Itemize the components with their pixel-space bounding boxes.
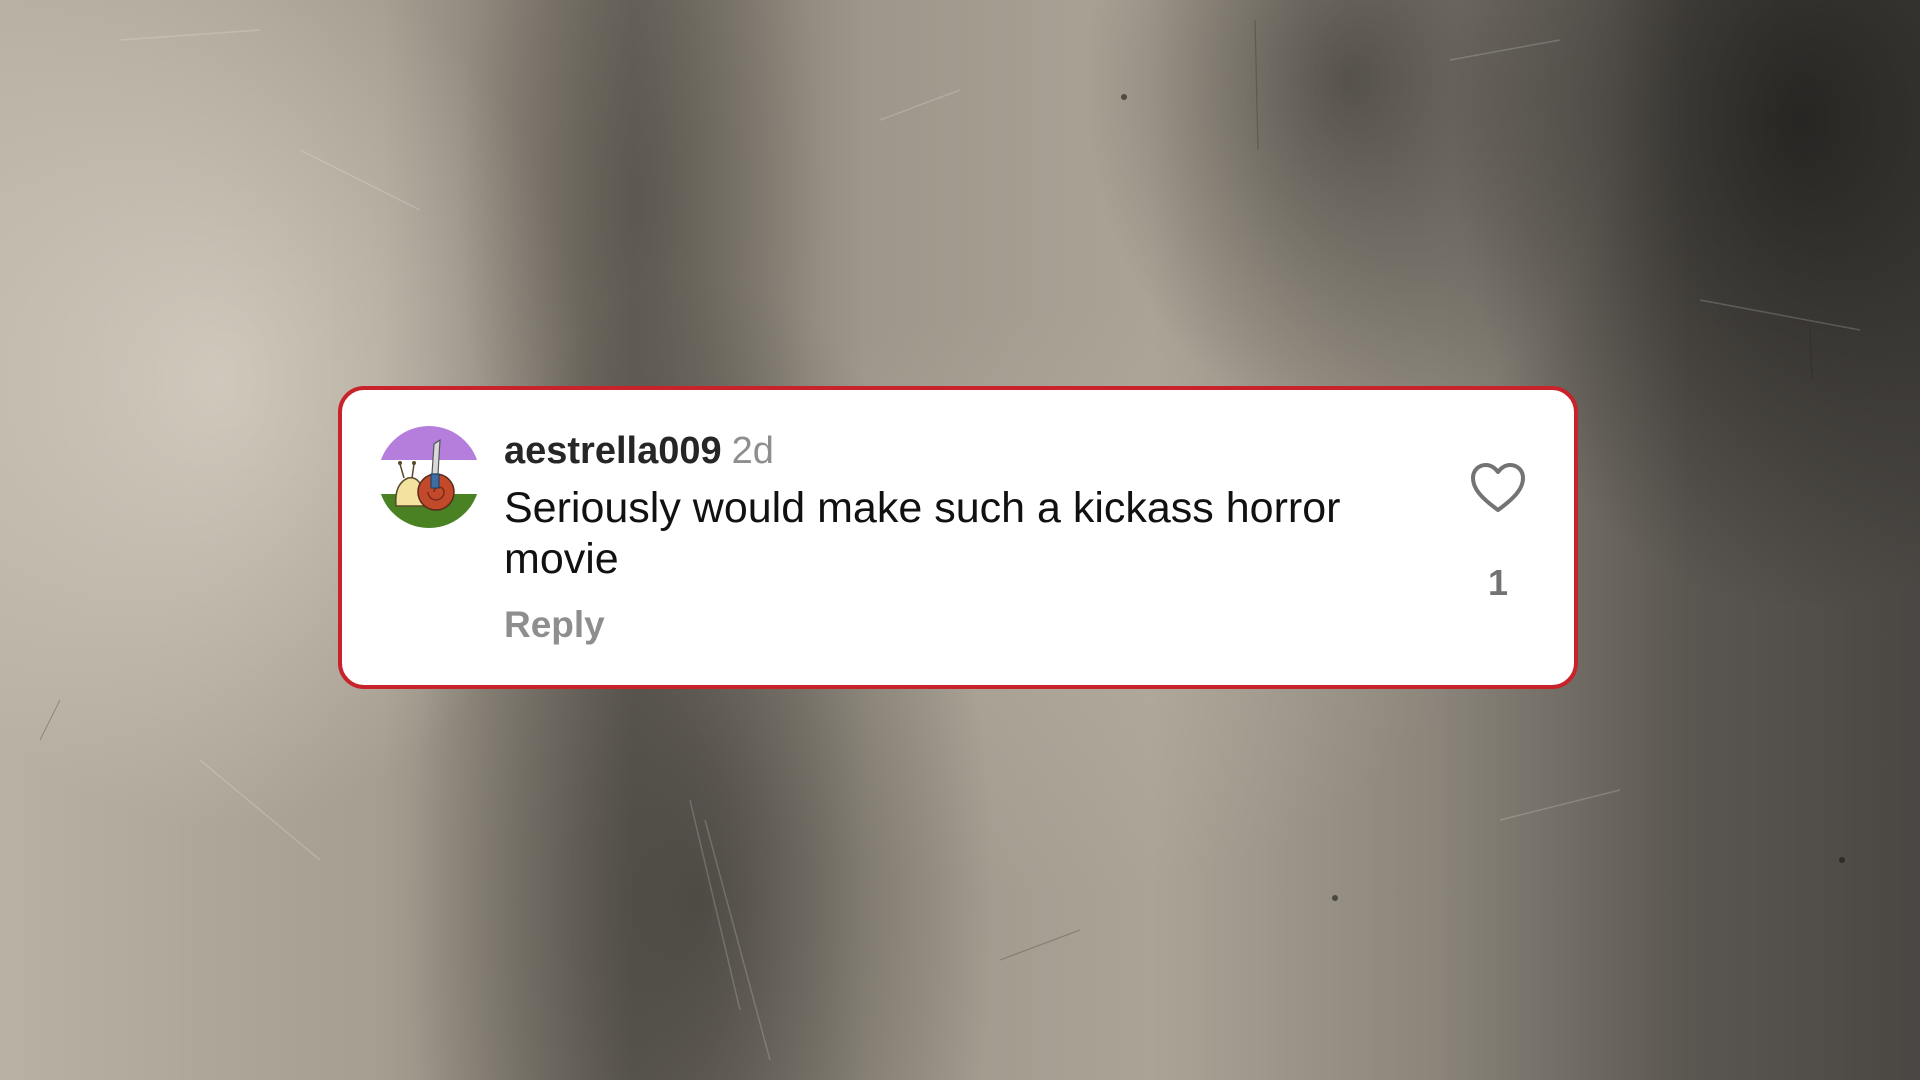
comment-header: aestrella009 2d [504,428,774,474]
heart-outline-icon[interactable] [1470,462,1526,514]
comment-body: Seriously would make such a kickass horr… [504,484,1341,583]
username-link[interactable]: aestrella009 [504,430,722,472]
comment-timestamp: 2d [731,430,774,472]
reply-button[interactable]: Reply [504,603,605,647]
comment-card: aestrella009 2d Seriously would make such… [338,386,1578,689]
snail-with-knife-avatar[interactable] [378,426,480,528]
like-count: 1 [1487,562,1509,603]
